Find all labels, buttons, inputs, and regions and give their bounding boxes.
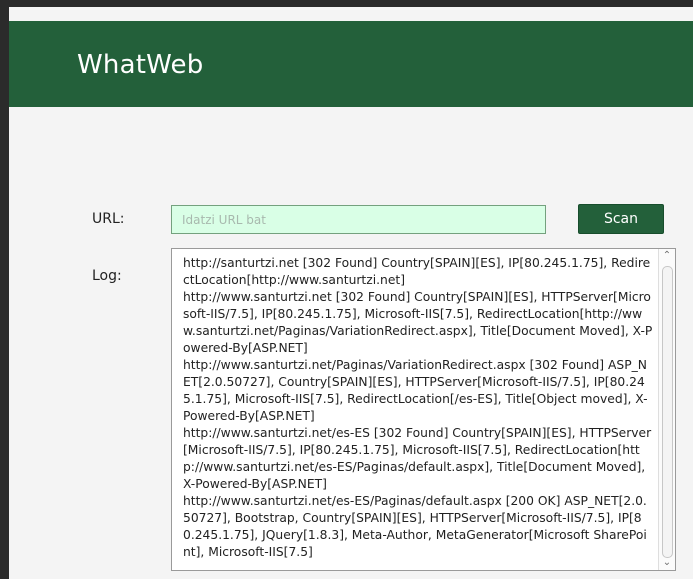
whatweb-window: WhatWeb URL: Scan Log: http://santurtzi.…	[9, 7, 693, 579]
app-title: WhatWeb	[77, 50, 204, 80]
app-header: WhatWeb	[9, 21, 693, 107]
log-scrollbar[interactable]: ⌃ ⌄	[658, 249, 675, 570]
url-label: URL:	[92, 211, 125, 227]
scrollbar-thumb[interactable]	[662, 266, 673, 558]
url-input[interactable]	[171, 205, 546, 234]
chevron-up-icon[interactable]: ⌃	[659, 249, 675, 263]
log-text: http://santurtzi.net [302 Found] Country…	[183, 256, 653, 559]
log-label: Log:	[92, 268, 122, 284]
scan-button[interactable]: Scan	[578, 204, 664, 234]
log-output[interactable]: http://santurtzi.net [302 Found] Country…	[171, 248, 676, 571]
chevron-down-icon[interactable]: ⌄	[659, 556, 675, 570]
